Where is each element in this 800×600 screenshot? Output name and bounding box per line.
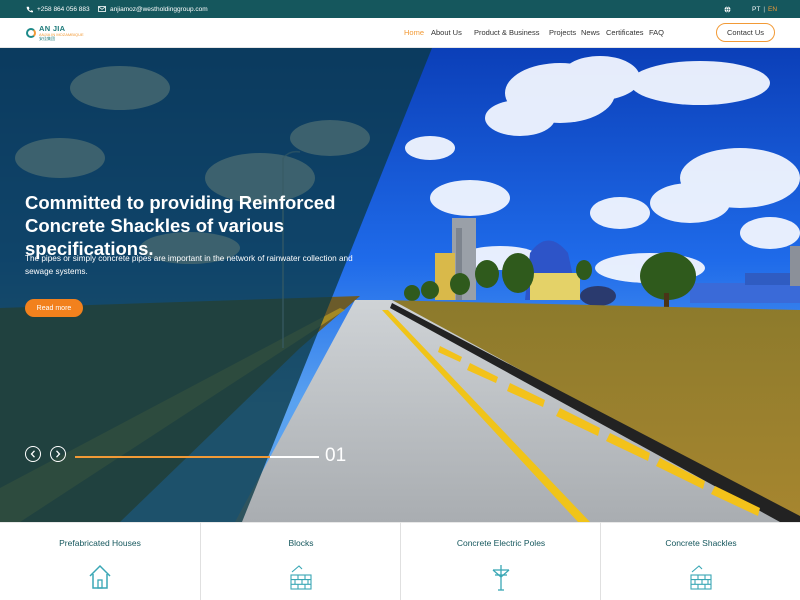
main-nav: Home About Us Product & Business Project…	[0, 18, 800, 48]
hero-title: Committed to providing Reinforced Concre…	[25, 192, 336, 259]
nav-projects[interactable]: Projects	[549, 18, 576, 48]
lang-en-link[interactable]: EN	[768, 6, 777, 13]
card-label: Concrete Electric Poles	[456, 538, 546, 548]
site-header: AN JIA ANJIA IN MOZAMBIQUE 安佳集团 Home Abo…	[0, 18, 800, 48]
chevron-left-icon	[30, 450, 35, 458]
card-blocks[interactable]: Blocks	[200, 522, 400, 600]
mail-icon	[98, 6, 106, 12]
nav-news[interactable]: News	[581, 18, 600, 48]
house-icon	[89, 564, 111, 589]
slider-progress-fill	[75, 456, 271, 458]
phone-icon	[26, 6, 33, 12]
contact-us-button[interactable]: Contact Us	[716, 23, 775, 42]
nav-about-us[interactable]: About Us	[431, 18, 462, 48]
slider-progress-bar	[75, 456, 319, 458]
globe-icon[interactable]	[724, 0, 731, 18]
email-address: anjiamoz@westholdinggroup.com	[110, 5, 208, 13]
card-label: Blocks	[288, 538, 314, 548]
card-concrete-shackles[interactable]: Concrete Shackles	[600, 522, 800, 600]
phone-number: +258 864 056 883	[37, 5, 90, 13]
slider-next-button[interactable]	[50, 446, 66, 462]
slide-number: 01	[325, 445, 347, 466]
card-label: Concrete Shackles	[665, 538, 737, 548]
shackles-icon	[690, 565, 712, 590]
card-label: Prefabricated Houses	[59, 538, 141, 548]
category-cards: Prefabricated Houses Blocks Concrete Ele…	[0, 522, 800, 600]
card-concrete-electric-poles[interactable]: Concrete Electric Poles	[400, 522, 600, 600]
hero-dark-overlay	[0, 48, 432, 522]
hero-description: The pipes or simply concrete pipes are i…	[25, 254, 353, 276]
top-info-bar: +258 864 056 883 anjiamoz@westholdinggro…	[0, 0, 800, 18]
lang-pt-link[interactable]: PT	[752, 6, 760, 13]
email-contact[interactable]: anjiamoz@westholdinggroup.com	[98, 0, 208, 18]
read-more-button[interactable]: Read more	[25, 299, 83, 317]
electric-pole-icon	[492, 565, 510, 591]
nav-certificates[interactable]: Certificates	[606, 18, 644, 48]
lang-separator: |	[763, 5, 766, 13]
blocks-icon	[290, 565, 312, 590]
language-switcher: PT | EN	[752, 0, 777, 18]
phone-contact[interactable]: +258 864 056 883	[26, 0, 90, 18]
hero-slider: Committed to providing Reinforced Concre…	[0, 48, 800, 522]
card-prefabricated-houses[interactable]: Prefabricated Houses	[0, 522, 200, 600]
slider-prev-button[interactable]	[25, 446, 41, 462]
nav-faq[interactable]: FAQ	[649, 18, 664, 48]
chevron-right-icon	[56, 450, 61, 458]
nav-product-business[interactable]: Product & Business	[474, 18, 539, 48]
nav-home[interactable]: Home	[404, 18, 424, 48]
